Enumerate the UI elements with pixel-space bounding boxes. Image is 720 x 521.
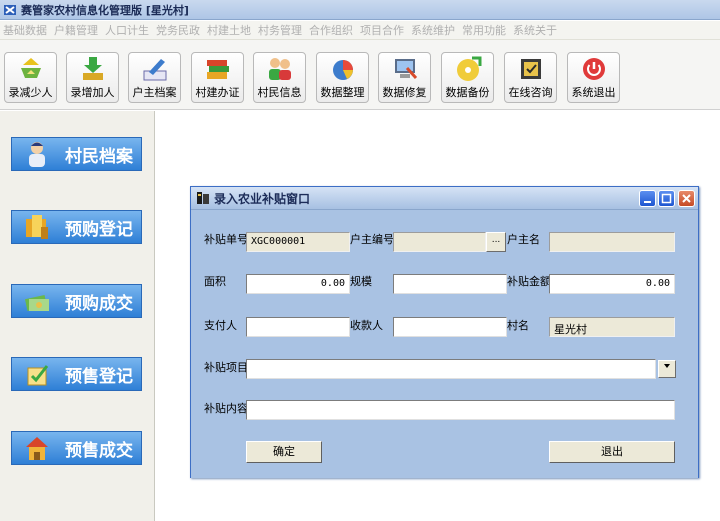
subsidy-amount-label: 补贴金额 (507, 275, 551, 288)
menu-item-village-affairs[interactable]: 村务管理 (255, 22, 306, 38)
dialog-body: 补贴单号 XGC000001 户主编号 ... 户主名 面积 0.00 规模 补… (191, 210, 698, 478)
maximize-icon (661, 193, 672, 204)
sidebar-item-presale-purchase-deal[interactable]: 预购成交 (11, 284, 142, 318)
download-icon (79, 56, 107, 82)
scale-label: 规模 (350, 275, 372, 288)
householder-name-label: 户主名 (507, 233, 540, 246)
payee-label: 收款人 (350, 319, 383, 332)
toolbar-button-reduce-person[interactable]: 录减少人 (4, 52, 57, 103)
house-icon (23, 434, 51, 462)
village-name-field: 星光村 (549, 317, 675, 337)
subsidy-entry-dialog: 录入农业补贴窗口 补贴单号 XGC000001 户主编号 ... 户主名 面积 … (190, 186, 699, 478)
menu-item-about[interactable]: 系统关于 (510, 22, 561, 38)
exit-button[interactable]: 退出 (549, 441, 675, 463)
householder-name-field (549, 232, 675, 252)
money-icon (23, 287, 51, 315)
subsidy-item-select[interactable] (246, 359, 656, 379)
recycle-icon (17, 56, 45, 82)
area-label: 面积 (204, 275, 226, 288)
payer-label: 支付人 (204, 319, 237, 332)
pen-icon (141, 56, 169, 82)
village-name-label: 村名 (507, 319, 529, 332)
toolbar-button-online-consult[interactable]: 在线咨询 (504, 52, 557, 103)
subsidy-amount-field[interactable]: 0.00 (549, 274, 675, 294)
scale-field[interactable] (393, 274, 507, 294)
close-button[interactable] (678, 190, 695, 207)
toolbar-button-householder-archive[interactable]: 户主档案 (128, 52, 181, 103)
menu-item-common[interactable]: 常用功能 (459, 22, 510, 38)
householder-no-field[interactable] (393, 232, 486, 252)
maximize-button[interactable] (658, 190, 675, 207)
people-icon (266, 56, 294, 82)
window-title: 赛管家农村信息化管理版 [星光村] (21, 3, 189, 17)
dialog-title: 录入农业补贴窗口 (214, 191, 311, 206)
close-icon (682, 194, 691, 203)
folder-icon (23, 213, 51, 241)
toolbar-button-data-backup[interactable]: 数据备份 (441, 52, 494, 103)
checklist-icon (23, 360, 51, 388)
chevron-down-icon (664, 364, 670, 368)
sidebar-item-presale-register[interactable]: 预售登记 (11, 357, 142, 391)
payee-field[interactable] (393, 317, 507, 337)
area-field[interactable]: 0.00 (246, 274, 350, 294)
sidebar-item-presale-deal[interactable]: 预售成交 (11, 431, 142, 465)
person-icon (23, 140, 51, 168)
dialog-app-icon (196, 191, 210, 205)
disc-icon (454, 56, 482, 82)
minimize-icon (644, 201, 651, 203)
householder-browse-button[interactable]: ... (486, 232, 506, 252)
menu-item-party-affairs[interactable]: 党务民政 (153, 22, 204, 38)
app-icon (3, 3, 17, 17)
subsidy-no-label: 补贴单号 (204, 233, 248, 246)
confirm-button[interactable]: 确定 (246, 441, 322, 463)
payer-field[interactable] (246, 317, 350, 337)
menu-item-cooperative[interactable]: 合作组织 (306, 22, 357, 38)
subsidy-no-field: XGC000001 (246, 232, 350, 252)
toolbar: 录减少人 录增加人 户主档案 村建办证 村民信息 数据整理 数据修复 数据备份 … (0, 40, 720, 110)
sidebar-item-villager-archive[interactable]: 村民档案 (11, 137, 142, 171)
minimize-button[interactable] (639, 190, 656, 207)
subsidy-content-field[interactable] (246, 400, 675, 420)
window-titlebar: 赛管家农村信息化管理版 [星光村] (0, 0, 720, 20)
sidebar: 村民档案 预购登记 预购成交 预售登记 预售成交 (0, 111, 155, 521)
certificate-icon (517, 56, 545, 82)
toolbar-button-villager-info[interactable]: 村民信息 (253, 52, 306, 103)
books-icon (204, 56, 232, 82)
menu-item-maintenance[interactable]: 系统维护 (408, 22, 459, 38)
pie-chart-icon (329, 56, 357, 82)
toolbar-button-construction-permit[interactable]: 村建办证 (191, 52, 244, 103)
sidebar-item-presale-purchase-register[interactable]: 预购登记 (11, 210, 142, 244)
menu-bar: 基础数据 户籍管理 人口计生 党务民政 村建土地 村务管理 合作组织 项目合作 … (0, 21, 720, 40)
dialog-titlebar: 录入农业补贴窗口 (191, 187, 698, 210)
subsidy-item-dropdown-button[interactable] (658, 360, 676, 378)
toolbar-button-system-exit[interactable]: 系统退出 (567, 52, 620, 103)
menu-item-household[interactable]: 户籍管理 (51, 22, 102, 38)
subsidy-item-label: 补贴项目 (204, 361, 248, 374)
power-icon (580, 56, 608, 82)
toolbar-button-data-repair[interactable]: 数据修复 (378, 52, 431, 103)
menu-item-population[interactable]: 人口计生 (102, 22, 153, 38)
menu-item-projects[interactable]: 项目合作 (357, 22, 408, 38)
menu-item-basic-data[interactable]: 基础数据 (0, 22, 51, 38)
menu-item-land[interactable]: 村建土地 (204, 22, 255, 38)
toolbar-button-add-person[interactable]: 录增加人 (66, 52, 119, 103)
householder-no-label: 户主编号 (350, 233, 394, 246)
subsidy-content-label: 补贴内容 (204, 402, 248, 415)
computer-tool-icon (391, 56, 419, 82)
toolbar-button-data-organize[interactable]: 数据整理 (316, 52, 369, 103)
